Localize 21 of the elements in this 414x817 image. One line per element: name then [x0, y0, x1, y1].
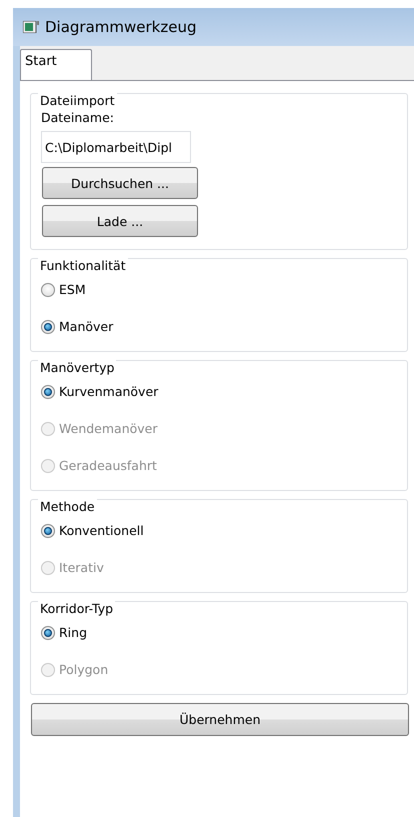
group-title: Dateiimport [38, 93, 117, 109]
apply-button[interactable]: Übernehmen [31, 703, 409, 736]
tab[interactable]: Start [20, 49, 92, 80]
radio-button[interactable] [41, 320, 55, 334]
radio-button[interactable] [41, 384, 55, 398]
field-label: Dateiname: [41, 109, 114, 127]
group-title: Manövertyp [38, 360, 116, 376]
radio-label[interactable]: Kurvenmanöver [59, 384, 158, 399]
radio-button[interactable] [41, 626, 55, 640]
load-button[interactable]: Lade ... [42, 205, 198, 237]
file-name-field[interactable]: C:\Diplomarbeit\Dipl [41, 131, 191, 163]
radio-label[interactable]: Konventionell [59, 523, 144, 538]
radio-button[interactable] [41, 524, 55, 538]
radio-label[interactable]: Manöver [59, 319, 114, 334]
radio-label[interactable]: Ring [59, 625, 88, 640]
group-title: Korridor-Typ [38, 601, 116, 617]
browse-button[interactable]: Durchsuchen ... [42, 167, 198, 199]
window-icon [23, 21, 39, 33]
radio-label[interactable]: ESM [59, 282, 86, 297]
radio-button[interactable] [41, 282, 55, 296]
window-title: Diagrammwerkzeug [45, 18, 196, 36]
